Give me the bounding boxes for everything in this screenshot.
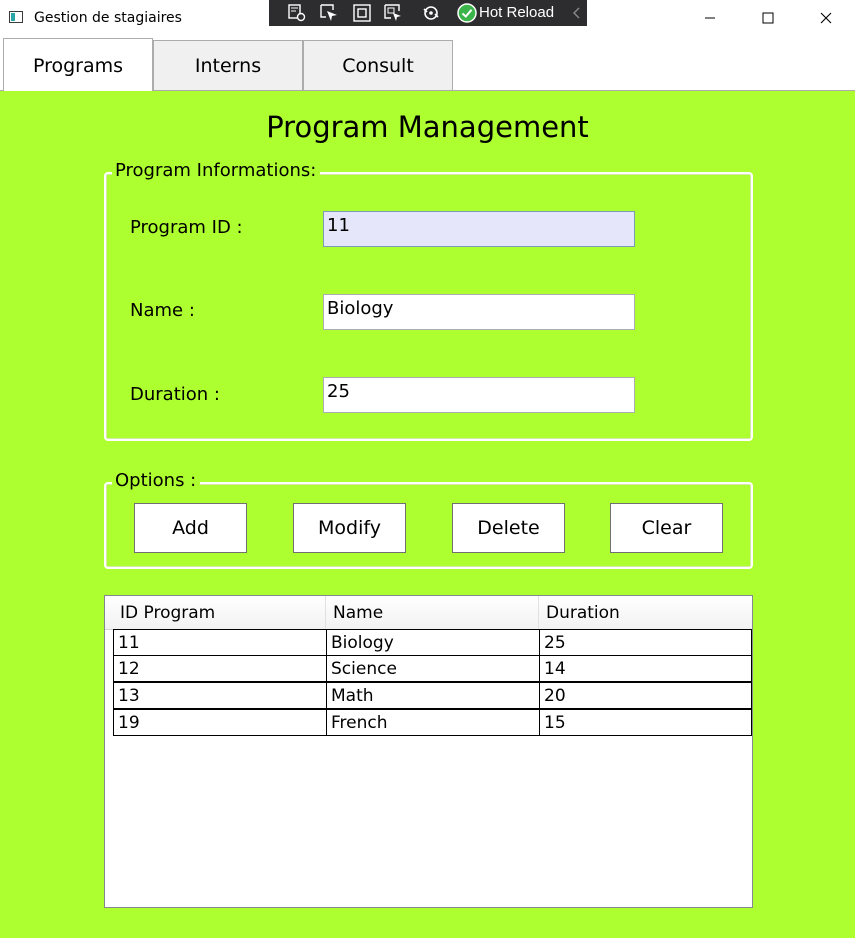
cell-duration[interactable]: 20 bbox=[539, 682, 752, 709]
modify-button[interactable]: Modify bbox=[293, 503, 406, 553]
cell-name[interactable]: Math bbox=[326, 682, 540, 709]
maximize-button[interactable] bbox=[738, 0, 798, 36]
collapse-chevron-icon[interactable] bbox=[567, 3, 587, 23]
track-focus-icon[interactable] bbox=[383, 3, 403, 23]
table-row[interactable]: 19 French 15 bbox=[113, 709, 752, 736]
table-row[interactable]: 12 Science 14 bbox=[113, 655, 752, 682]
tab-consult[interactable]: Consult bbox=[303, 40, 453, 90]
column-header-id[interactable]: ID Program bbox=[113, 596, 326, 629]
tab-interns[interactable]: Interns bbox=[153, 40, 303, 90]
table-row[interactable]: 13 Math 20 bbox=[113, 682, 752, 709]
cell-duration[interactable]: 25 bbox=[539, 629, 752, 656]
cell-name[interactable]: French bbox=[326, 709, 540, 736]
hot-reload-check-icon bbox=[457, 3, 477, 23]
tab-programs[interactable]: Programs bbox=[3, 38, 153, 91]
program-id-field[interactable]: 11 bbox=[323, 211, 635, 247]
display-layout-adorners-icon[interactable] bbox=[352, 3, 372, 23]
select-element-icon[interactable] bbox=[319, 3, 339, 23]
datagrid-header: ID Program Name Duration bbox=[105, 596, 752, 630]
program-info-legend: Program Informations: bbox=[112, 160, 321, 181]
maximize-icon bbox=[762, 12, 774, 24]
delete-button[interactable]: Delete bbox=[452, 503, 565, 553]
tab-content-programs: Program Management Program Informations:… bbox=[0, 90, 855, 938]
column-header-duration[interactable]: Duration bbox=[539, 596, 752, 629]
binding-failures-icon[interactable] bbox=[421, 3, 441, 23]
options-legend: Options : bbox=[112, 470, 201, 491]
column-header-name[interactable]: Name bbox=[326, 596, 539, 629]
close-icon bbox=[820, 12, 832, 24]
cell-id[interactable]: 13 bbox=[113, 682, 327, 709]
name-label: Name : bbox=[130, 300, 195, 321]
cell-duration[interactable]: 15 bbox=[539, 709, 752, 736]
window-title: Gestion de stagiaires bbox=[34, 10, 182, 26]
minimize-icon bbox=[705, 17, 715, 19]
programs-datagrid[interactable]: ID Program Name Duration 11 Biology 25 1… bbox=[104, 595, 753, 908]
cell-id[interactable]: 11 bbox=[113, 629, 327, 656]
cell-name[interactable]: Biology bbox=[326, 629, 540, 656]
hot-reload-label[interactable]: Hot Reload bbox=[479, 4, 554, 21]
minimize-button[interactable] bbox=[680, 0, 740, 36]
duration-field[interactable]: 25 bbox=[323, 377, 635, 413]
add-button[interactable]: Add bbox=[134, 503, 247, 553]
program-id-label: Program ID : bbox=[130, 217, 243, 238]
live-visual-tree-icon[interactable] bbox=[287, 3, 307, 23]
close-button[interactable] bbox=[796, 0, 855, 36]
name-field[interactable]: Biology bbox=[323, 294, 635, 330]
app-icon bbox=[9, 11, 23, 23]
window-titlebar: Gestion de stagiaires Hot Reload bbox=[0, 0, 855, 36]
duration-label: Duration : bbox=[130, 384, 220, 405]
clear-button[interactable]: Clear bbox=[610, 503, 723, 553]
cell-duration[interactable]: 14 bbox=[539, 655, 752, 682]
page-title: Program Management bbox=[266, 110, 589, 144]
cell-name[interactable]: Science bbox=[326, 655, 540, 682]
table-row[interactable]: 11 Biology 25 bbox=[113, 629, 752, 656]
cell-id[interactable]: 12 bbox=[113, 655, 327, 682]
cell-id[interactable]: 19 bbox=[113, 709, 327, 736]
